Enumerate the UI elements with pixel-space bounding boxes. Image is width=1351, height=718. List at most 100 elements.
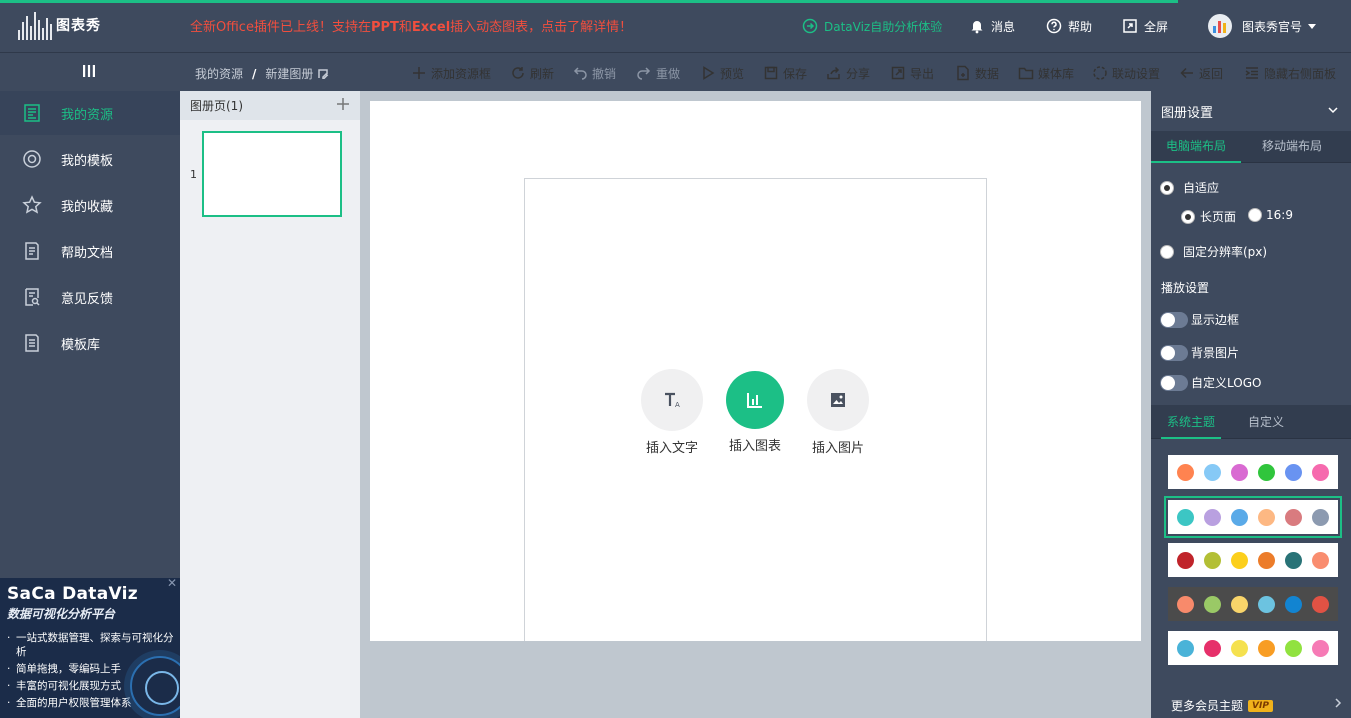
export-button[interactable]: 导出 [890, 63, 934, 83]
theme-swatch-row[interactable] [1168, 455, 1338, 489]
color-swatch [1285, 463, 1302, 481]
color-swatch [1204, 508, 1221, 526]
redo-button[interactable]: 重做 [636, 63, 680, 83]
theme-swatch-row[interactable] [1168, 587, 1338, 621]
help-button[interactable]: 帮助 [1046, 14, 1092, 38]
stage-frame[interactable]: A 插入文字 插入图表 插入图片 [524, 178, 987, 641]
sidebar-item-my-favorites[interactable]: 我的收藏 [0, 183, 180, 227]
theme-swatch-row[interactable] [1168, 631, 1338, 665]
color-swatch [1258, 551, 1275, 569]
text-icon: A [665, 392, 680, 409]
svg-text:A: A [675, 401, 680, 409]
breadcrumb-separator: / [252, 66, 257, 81]
color-swatch [1177, 463, 1194, 481]
save-button[interactable]: 保存 [763, 63, 807, 83]
color-swatch [1204, 551, 1221, 569]
ad-title: SaCa DataViz [7, 584, 138, 604]
more-vip-themes-link[interactable]: 更多会员主题 VIP [1171, 697, 1273, 714]
preview-button[interactable]: 预览 [700, 63, 744, 83]
undo-button[interactable]: 撤销 [572, 63, 616, 83]
ratio-radio[interactable] [1248, 208, 1262, 222]
theme-swatch-row[interactable] [1168, 543, 1338, 577]
edit-icon[interactable] [317, 68, 329, 80]
breadcrumb-current: 新建图册 [265, 67, 314, 81]
share-button[interactable]: 分享 [826, 63, 870, 83]
editor-canvas[interactable]: A 插入文字 插入图表 插入图片 [370, 101, 1141, 641]
ad-close-icon[interactable]: ✕ [167, 578, 177, 590]
sidebar-item-template-library[interactable]: 模板库 [0, 321, 180, 365]
long-page-radio[interactable] [1181, 209, 1195, 224]
chevron-down-icon[interactable] [1327, 104, 1339, 116]
refresh-button[interactable]: 刷新 [510, 63, 554, 83]
breadcrumb-root[interactable]: 我的资源 [195, 65, 243, 82]
save-icon [764, 66, 778, 80]
avatar-chart-icon [1213, 21, 1226, 33]
sidebar-item-my-templates[interactable]: 我的模板 [0, 137, 180, 181]
breadcrumb: 我的资源 / 新建图册 [195, 65, 329, 82]
refresh-icon [512, 67, 524, 79]
insert-text-button[interactable]: A 插入文字 [632, 369, 712, 456]
add-frame-button[interactable]: 添加资源框 [411, 63, 491, 83]
app-logo[interactable]: 图表秀 [18, 10, 101, 40]
color-swatch [1285, 595, 1302, 613]
adaptive-radio[interactable] [1160, 180, 1174, 195]
insert-image-button[interactable]: 插入图片 [798, 369, 878, 456]
color-swatch [1312, 508, 1329, 526]
color-swatch [1231, 508, 1248, 526]
sidebar-item-my-resources[interactable]: 我的资源 [0, 91, 180, 135]
fullscreen-button[interactable]: 全屏 [1122, 14, 1168, 38]
hide-right-panel-button[interactable]: 隐藏右侧面板 [1244, 63, 1336, 83]
adaptive-option[interactable]: 自适应 [1160, 179, 1219, 196]
chevron-right-icon[interactable] [1333, 697, 1343, 709]
theme-swatch-row-selected[interactable] [1164, 496, 1342, 538]
tab-desktop-layout[interactable]: 电脑端布局 [1151, 131, 1241, 163]
color-swatch [1204, 639, 1221, 657]
pages-header: 图册页(1) [180, 91, 360, 120]
promo-prefix: 全新Office插件已上线！支持在 [190, 20, 371, 35]
show-border-toggle[interactable]: 显示边框 [1160, 311, 1239, 328]
logo-text: 图表秀 [56, 18, 101, 34]
dataviz-ad-banner[interactable]: ✕ SaCa DataViz 数据可视化分析平台 一站式数据管理、探索与可视化分… [0, 578, 180, 718]
messages-button[interactable]: 消息 [969, 14, 1015, 38]
tab-mobile-layout[interactable]: 移动端布局 [1247, 131, 1337, 163]
color-swatch [1204, 595, 1221, 613]
share-icon [827, 66, 840, 80]
linkage-settings-button[interactable]: 联动设置 [1092, 63, 1160, 83]
toggle-switch[interactable] [1160, 311, 1188, 328]
user-menu[interactable]: 图表秀官号 [1208, 14, 1317, 38]
sidebar-item-help-docs[interactable]: 帮助文档 [0, 229, 180, 273]
arrow-left-icon [1180, 67, 1193, 79]
data-button[interactable]: 数据 [955, 63, 999, 83]
custom-logo-toggle[interactable]: 自定义LOGO [1160, 374, 1261, 391]
sidebar-item-feedback[interactable]: 意见反馈 [0, 275, 180, 319]
color-swatch [1258, 639, 1275, 657]
menu-toggle-button[interactable] [82, 64, 96, 78]
toggle-switch[interactable] [1160, 374, 1188, 391]
bell-icon [971, 21, 983, 34]
tab-system-theme[interactable]: 系统主题 [1161, 405, 1221, 439]
tab-custom-theme[interactable]: 自定义 [1236, 405, 1296, 439]
ratio-option[interactable]: 16:9 [1248, 208, 1293, 222]
fixed-resolution-option[interactable]: 固定分辨率(px) [1160, 243, 1267, 260]
insert-chart-button[interactable]: 插入图表 [715, 369, 795, 454]
page-thumbnail[interactable] [202, 131, 342, 217]
library-icon [25, 334, 39, 352]
back-button[interactable]: 返回 [1179, 63, 1223, 83]
promo-banner[interactable]: 全新Office插件已上线！支持在PPT和Excel插入动态图表，点击了解详情！ [190, 16, 632, 35]
promo-suffix: 插入动态图表，点击了解详情！ [450, 20, 633, 35]
long-page-option[interactable]: 长页面 [1181, 208, 1236, 225]
promo-mid: 和 [398, 20, 412, 35]
caret-down-icon [1308, 23, 1317, 29]
top-bar: 图表秀 全新Office插件已上线！支持在PPT和Excel插入动态图表，点击了… [0, 0, 1351, 52]
export-icon [891, 66, 905, 80]
color-swatch [1177, 508, 1194, 526]
indent-icon [1245, 67, 1258, 79]
dataviz-link[interactable]: DataViz自助分析体验 [802, 14, 942, 38]
plus-icon [413, 67, 425, 79]
background-image-toggle[interactable]: 背景图片 [1160, 344, 1239, 361]
toggle-switch[interactable] [1160, 344, 1188, 361]
color-swatch [1312, 595, 1329, 613]
media-library-button[interactable]: 媒体库 [1018, 63, 1074, 83]
fixed-resolution-radio[interactable] [1160, 244, 1174, 259]
add-page-icon[interactable] [336, 97, 350, 111]
